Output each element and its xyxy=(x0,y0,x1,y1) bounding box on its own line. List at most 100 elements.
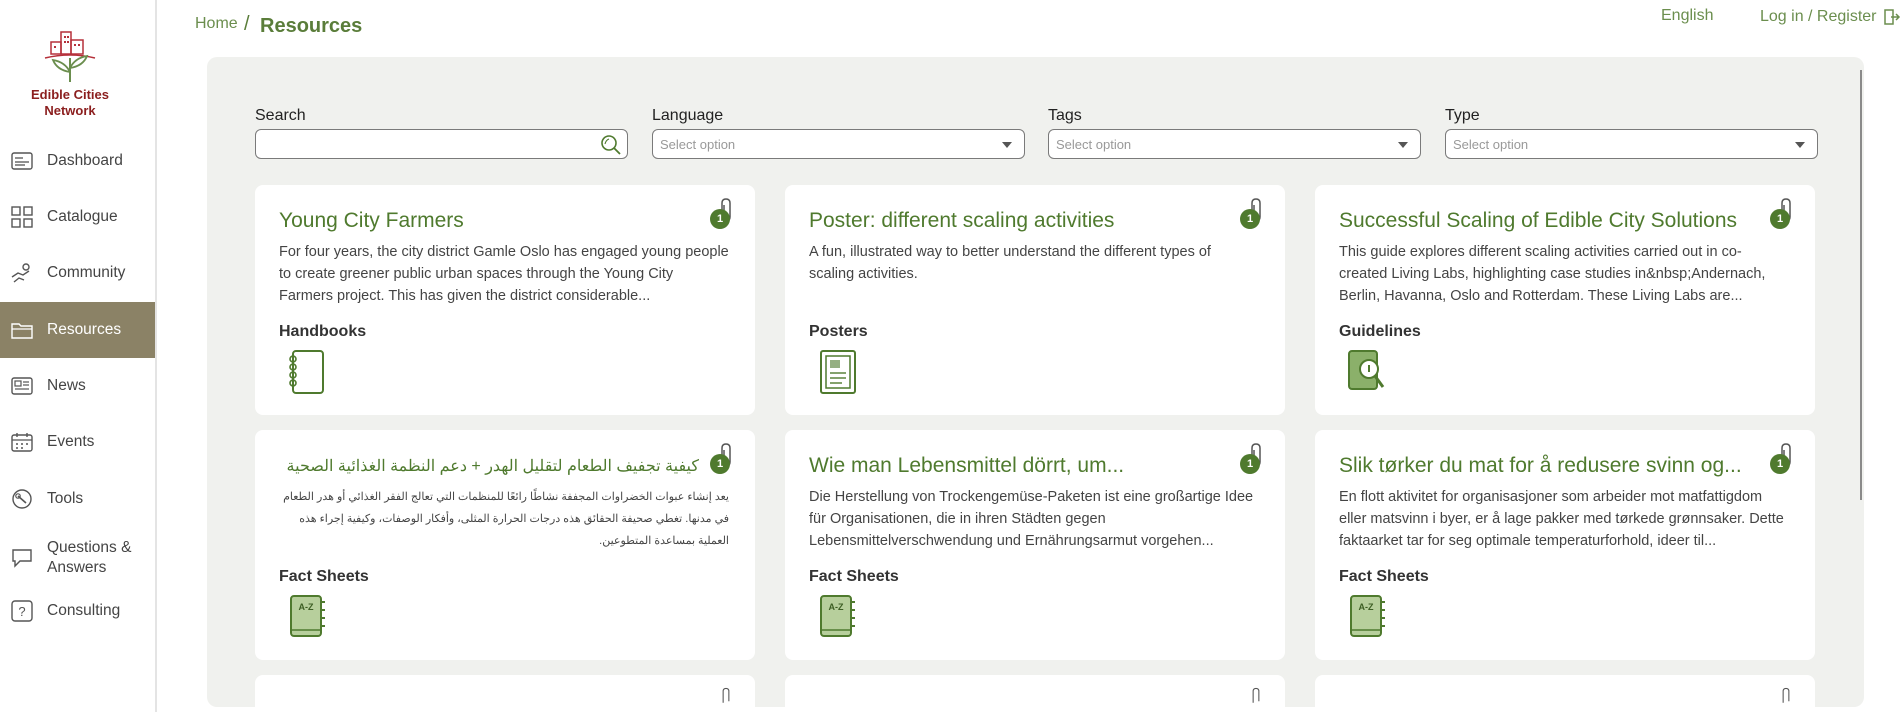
breadcrumb-separator: / xyxy=(244,13,250,35)
a-z-book-icon: A-Z xyxy=(820,595,855,637)
resource-card[interactable]: كيفية تجفيف الطعام لتقليل الهدر + دعم ال… xyxy=(255,430,755,660)
card-type: Fact Sheets xyxy=(279,568,369,585)
sidebar-item-consulting[interactable]: ? Consulting xyxy=(0,583,155,639)
type-label: Type xyxy=(1445,107,1480,124)
sidebar-item-catalogue[interactable]: Catalogue xyxy=(0,189,155,245)
notebook-icon xyxy=(289,350,324,394)
magnifier-book-icon xyxy=(1348,350,1385,390)
svg-text:A-Z: A-Z xyxy=(299,602,314,612)
sidebar-item-tools[interactable]: Tools xyxy=(0,471,155,527)
chevron-down-icon xyxy=(1002,142,1012,148)
resource-card[interactable]: Successful Scaling of Edible City Soluti… xyxy=(1315,185,1815,415)
card-description: Die Herstellung von Trockengemüse-Pakete… xyxy=(809,489,1254,549)
attachment-badge: 1 xyxy=(710,443,732,474)
paperclip-icon xyxy=(1782,687,1790,703)
attachment-badge: 1 xyxy=(1240,198,1262,229)
card-type: Guidelines xyxy=(1339,323,1421,340)
resource-card[interactable]: Young City Farmers 1 For four years, the… xyxy=(255,185,755,415)
resource-card-partial[interactable] xyxy=(785,675,1285,707)
sidebar-item-label: Tools xyxy=(47,490,84,507)
scrollbar[interactable] xyxy=(1860,70,1862,500)
tags-label: Tags xyxy=(1048,107,1082,124)
login-label: Log in / Register xyxy=(1760,8,1877,25)
resource-card-partial[interactable] xyxy=(255,675,755,707)
resource-card[interactable]: Slik tørker du mat for å redusere svinn … xyxy=(1315,430,1815,660)
sidebar-item-label: Consulting xyxy=(47,602,121,619)
sidebar-item-community[interactable]: Community xyxy=(0,245,155,301)
type-placeholder: Select option xyxy=(1453,137,1529,152)
calendar-icon xyxy=(9,429,35,455)
card-title[interactable]: Young City Farmers xyxy=(279,209,699,233)
dashboard-icon xyxy=(9,148,35,174)
type-filter: Type Select option xyxy=(1445,107,1818,159)
search-label: Search xyxy=(255,107,306,124)
search-filter: Search xyxy=(255,107,628,159)
sidebar-item-questions-answers[interactable]: Questions & Answers xyxy=(0,528,155,588)
login-register-link[interactable]: Log in / Register xyxy=(1760,7,1901,27)
card-description: يعد إنشاء عبوات الخضراوات المجففة نشاطًا… xyxy=(283,491,729,547)
attachment-badge: 1 xyxy=(1770,198,1792,229)
news-icon xyxy=(9,373,35,399)
edible-cities-logo[interactable]: Edible Cities Network xyxy=(20,28,120,118)
card-description: En flott aktivitet for organisasjoner so… xyxy=(1339,489,1784,549)
sidebar-item-label: Dashboard xyxy=(47,152,123,169)
card-description: A fun, illustrated way to better underst… xyxy=(809,244,1211,282)
community-icon xyxy=(9,260,35,286)
tags-placeholder: Select option xyxy=(1056,137,1132,152)
sidebar-item-label: Questions & Answers xyxy=(47,539,132,576)
attachment-count: 1 xyxy=(1770,209,1790,229)
breadcrumb-home[interactable]: Home xyxy=(195,15,238,33)
resources-panel: Search Language Select option Tags Selec… xyxy=(207,57,1864,707)
sidebar-item-events[interactable]: Events xyxy=(0,414,155,470)
attachment-badge: 1 xyxy=(1770,443,1792,474)
attachment-badge: 1 xyxy=(1240,443,1262,474)
attachment-count: 1 xyxy=(710,209,730,229)
type-select[interactable]: Select option xyxy=(1445,129,1818,159)
sidebar-item-news[interactable]: News xyxy=(0,358,155,414)
chevron-down-icon xyxy=(1795,142,1805,148)
tools-icon xyxy=(9,486,35,512)
chat-icon xyxy=(9,545,35,571)
card-type: Fact Sheets xyxy=(809,568,899,585)
paperclip-icon xyxy=(722,687,730,703)
attachment-count: 1 xyxy=(710,454,730,474)
resources-folder-icon xyxy=(9,317,35,343)
poster-icon xyxy=(820,350,856,394)
logo-line-2: Network xyxy=(44,103,96,118)
resource-card[interactable]: Poster: different scaling activities 1 A… xyxy=(785,185,1285,415)
language-filter: Language Select option xyxy=(652,107,1025,159)
sidebar-item-label: Resources xyxy=(47,321,122,338)
tags-select[interactable]: Select option xyxy=(1048,129,1421,159)
attachment-count: 1 xyxy=(1240,454,1260,474)
language-placeholder: Select option xyxy=(660,137,736,152)
card-title[interactable]: كيفية تجفيف الطعام لتقليل الهدر + دعم ال… xyxy=(279,456,699,476)
sidebar-item-label: Catalogue xyxy=(47,208,118,225)
question-icon: ? xyxy=(9,598,35,624)
card-title[interactable]: Wie man Lebensmittel dörrt, um... xyxy=(809,454,1229,478)
attachment-count: 1 xyxy=(1240,209,1260,229)
city-plant-logo-icon xyxy=(44,31,96,82)
card-type: Fact Sheets xyxy=(1339,568,1429,585)
svg-text:A-Z: A-Z xyxy=(829,602,844,612)
card-title[interactable]: Poster: different scaling activities xyxy=(809,209,1229,233)
tags-filter: Tags Select option xyxy=(1048,107,1421,159)
logo-line-1: Edible Cities xyxy=(30,87,110,102)
attachment-count: 1 xyxy=(1770,454,1790,474)
language-switch[interactable]: English xyxy=(1661,7,1713,25)
a-z-book-icon: A-Z xyxy=(1350,595,1385,637)
resource-card-partial[interactable] xyxy=(1315,675,1815,707)
attachment-badge: 1 xyxy=(710,198,732,229)
card-description: This guide explores different scaling ac… xyxy=(1339,244,1766,304)
card-title[interactable]: Slik tørker du mat for å redusere svinn … xyxy=(1339,454,1759,478)
language-label: Language xyxy=(652,107,724,124)
card-title[interactable]: Successful Scaling of Edible City Soluti… xyxy=(1339,209,1759,233)
resource-card[interactable]: Wie man Lebensmittel dörrt, um... 1 Die … xyxy=(785,430,1285,660)
sidebar-item-dashboard[interactable]: Dashboard xyxy=(0,133,155,189)
sidebar-item-resources[interactable]: Resources xyxy=(0,302,155,358)
chevron-down-icon xyxy=(1398,142,1408,148)
paperclip-icon xyxy=(1252,687,1260,703)
search-icon[interactable] xyxy=(599,133,623,157)
language-select[interactable]: Select option xyxy=(652,129,1025,159)
catalogue-icon xyxy=(9,204,35,230)
search-input[interactable] xyxy=(255,129,628,159)
